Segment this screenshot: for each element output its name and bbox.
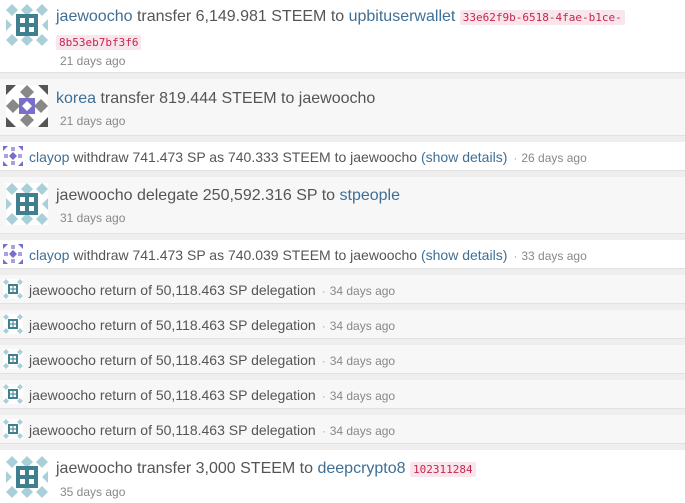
feed-item: jaewoocho return of 50,118.463 SP delega… <box>0 345 685 374</box>
target-user-link[interactable]: jaewoocho <box>350 149 417 165</box>
feed-item: jaewoocho return of 50,118.463 SP delega… <box>0 415 685 444</box>
feed-item-text: clayop withdraw 741.473 SP as 740.333 ST… <box>29 149 587 165</box>
username-link[interactable]: jaewoocho <box>29 352 96 368</box>
feed-item-text: jaewoocho return of 50,118.463 SP delega… <box>29 317 395 333</box>
feed-item: jaewoocho return of 50,118.463 SP delega… <box>0 380 685 409</box>
action-text: withdraw 741.473 SP as 740.333 STEEM to <box>69 149 351 165</box>
feed-item-text: jaewoocho transfer 3,000 STEEM to deepcr… <box>56 460 476 478</box>
feed-item-text: jaewoocho delegate 250,592.316 SP to stp… <box>56 187 400 205</box>
separator-dot: · <box>321 389 326 403</box>
jaewoocho-avatar-icon[interactable] <box>3 314 23 334</box>
memo: 102311284 <box>409 462 476 477</box>
jaewoocho-avatar-icon[interactable] <box>3 384 23 404</box>
feed-item-text: clayop withdraw 741.473 SP as 740.039 ST… <box>29 247 587 263</box>
action-text: withdraw 741.473 SP as 740.039 STEEM to <box>69 247 351 263</box>
username-link[interactable]: clayop <box>29 247 69 263</box>
feed-item-text: jaewoocho return of 50,118.463 SP delega… <box>29 282 395 298</box>
feed-item-text: jaewoocho return of 50,118.463 SP delega… <box>29 352 395 368</box>
memo-continuation: 8b53eb7bf3f6 <box>56 33 142 51</box>
username-link[interactable]: jaewoocho <box>56 187 133 204</box>
timestamp[interactable]: 21 days ago <box>60 54 125 68</box>
timestamp[interactable]: 34 days ago <box>330 424 395 438</box>
target-user-link[interactable]: jaewoocho <box>299 90 376 107</box>
jaewoocho-avatar-icon[interactable] <box>3 349 23 369</box>
feed-item: clayop withdraw 741.473 SP as 740.039 ST… <box>0 240 685 269</box>
jaewoocho-avatar-icon[interactable] <box>3 279 23 299</box>
feed-item-text: jaewoocho return of 50,118.463 SP delega… <box>29 387 395 403</box>
username-link[interactable]: jaewoocho <box>56 460 133 477</box>
separator-dot: · <box>321 354 326 368</box>
username-link[interactable]: jaewoocho <box>56 8 133 25</box>
target-user-link[interactable]: upbituserwallet <box>349 8 456 25</box>
timestamp[interactable]: 31 days ago <box>60 211 125 225</box>
feed-item: jaewoocho return of 50,118.463 SP delega… <box>0 275 685 304</box>
action-text: transfer 6,149.981 STEEM to <box>132 8 349 25</box>
target-user-link[interactable]: stpeople <box>340 187 401 204</box>
jaewoocho-avatar-icon[interactable] <box>6 183 48 225</box>
username-link[interactable]: jaewoocho <box>29 282 96 298</box>
timestamp[interactable]: 21 days ago <box>60 114 125 128</box>
username-link[interactable]: jaewoocho <box>29 422 96 438</box>
show-details-link[interactable]: (show details) <box>421 149 507 165</box>
action-text: return of 50,118.463 SP delegation <box>95 282 316 298</box>
timestamp[interactable]: 34 days ago <box>330 319 395 333</box>
memo: 33e62f9b-6518-4fae-b1ce- <box>459 10 625 25</box>
jaewoocho-avatar-icon[interactable] <box>6 456 48 498</box>
feed-item: jaewoocho transfer 6,149.981 STEEM to up… <box>0 0 685 73</box>
feed-item: korea transfer 819.444 STEEM to jaewooch… <box>0 79 685 136</box>
memo: 8b53eb7bf3f6 <box>56 35 142 50</box>
action-text: return of 50,118.463 SP delegation <box>95 422 316 438</box>
feed-item-text: jaewoocho return of 50,118.463 SP delega… <box>29 422 395 438</box>
jaewoocho-avatar-icon[interactable] <box>3 419 23 439</box>
timestamp[interactable]: 35 days ago <box>60 485 125 499</box>
feed-item: jaewoocho delegate 250,592.316 SP to stp… <box>0 177 685 234</box>
action-text: return of 50,118.463 SP delegation <box>95 387 316 403</box>
target-user-link[interactable]: deepcrypto8 <box>317 460 405 477</box>
action-text: delegate 250,592.316 SP to <box>132 187 340 204</box>
timestamp[interactable]: 34 days ago <box>330 354 395 368</box>
timestamp[interactable]: 34 days ago <box>330 389 395 403</box>
separator-dot: · <box>513 151 518 165</box>
feed-item: jaewoocho return of 50,118.463 SP delega… <box>0 310 685 339</box>
username-link[interactable]: korea <box>56 90 96 107</box>
show-details-link[interactable]: (show details) <box>421 247 507 263</box>
clayop-avatar-icon[interactable] <box>3 146 23 166</box>
feed-item: clayop withdraw 741.473 SP as 740.333 ST… <box>0 142 685 171</box>
feed-item: jaewoocho transfer 3,000 STEEM to deepcr… <box>0 450 685 503</box>
timestamp[interactable]: 33 days ago <box>521 249 586 263</box>
separator-dot: · <box>321 319 326 333</box>
korea-avatar-icon[interactable] <box>6 85 48 127</box>
username-link[interactable]: jaewoocho <box>29 387 96 403</box>
separator-dot: · <box>513 249 518 263</box>
separator-dot: · <box>321 424 326 438</box>
username-link[interactable]: jaewoocho <box>29 317 96 333</box>
timestamp[interactable]: 26 days ago <box>521 151 586 165</box>
username-link[interactable]: clayop <box>29 149 69 165</box>
clayop-avatar-icon[interactable] <box>3 244 23 264</box>
action-text: transfer 819.444 STEEM to <box>96 90 299 107</box>
action-text: return of 50,118.463 SP delegation <box>95 352 316 368</box>
target-user-link[interactable]: jaewoocho <box>350 247 417 263</box>
separator-dot: · <box>321 284 326 298</box>
timestamp[interactable]: 34 days ago <box>330 284 395 298</box>
feed-item-text: jaewoocho transfer 6,149.981 STEEM to up… <box>56 8 625 26</box>
action-text: return of 50,118.463 SP delegation <box>95 317 316 333</box>
jaewoocho-avatar-icon[interactable] <box>6 4 48 46</box>
action-text: transfer 3,000 STEEM to <box>132 460 318 477</box>
feed-item-text: korea transfer 819.444 STEEM to jaewooch… <box>56 90 375 108</box>
